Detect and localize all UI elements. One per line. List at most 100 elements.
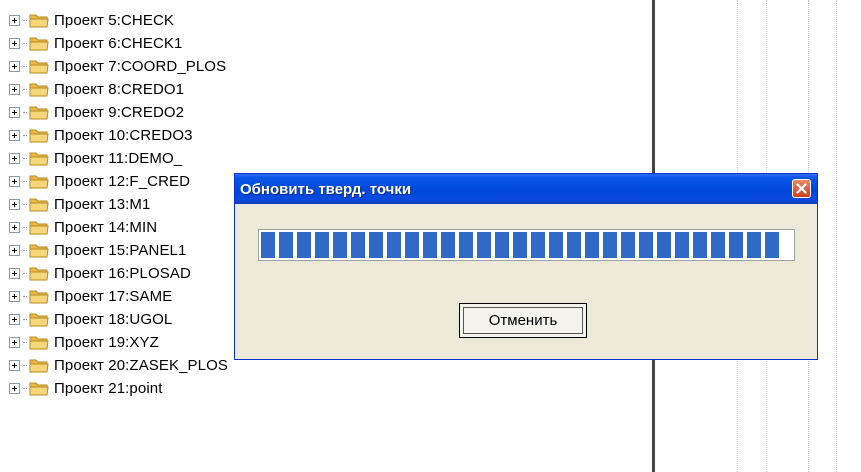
tree-connector <box>23 341 27 343</box>
progress-block <box>351 232 365 258</box>
plus-box-icon[interactable] <box>9 106 20 118</box>
progress-block <box>549 232 563 258</box>
close-button[interactable] <box>792 179 811 198</box>
tree-item-label: Проект 5:CHECK <box>54 11 174 29</box>
tree-connector <box>23 295 27 297</box>
tree-item-label: Проект 6:CHECK1 <box>54 34 183 52</box>
tree-item[interactable]: Проект 15:PANEL1 <box>9 239 186 261</box>
tree-connector <box>23 180 27 182</box>
progress-block <box>765 232 779 258</box>
folder-icon <box>29 290 49 304</box>
tree-item[interactable]: Проект 21:point <box>9 377 162 399</box>
plus-box-icon[interactable] <box>9 175 20 187</box>
plus-box-icon[interactable] <box>9 382 20 394</box>
tree-connector <box>23 249 27 251</box>
tree-item-label: Проект 14:MIN <box>54 218 158 236</box>
plus-box-icon[interactable] <box>9 60 20 72</box>
progress-block <box>279 232 293 258</box>
plus-box-icon[interactable] <box>9 313 20 325</box>
close-icon <box>796 183 807 194</box>
cancel-button-label: Отменить <box>463 307 583 334</box>
tree-item[interactable]: Проект 19:XYZ <box>9 331 159 353</box>
tree-item[interactable]: Проект 7:COORD_PLOS <box>9 55 226 77</box>
progress-bar <box>258 229 795 261</box>
tree-item-label: Проект 18:UGOL <box>54 310 173 328</box>
progress-block <box>567 232 581 258</box>
dialog-titlebar[interactable]: Обновить тверд. точки <box>235 174 817 204</box>
progress-block <box>261 232 275 258</box>
tree-connector <box>23 318 27 320</box>
folder-icon <box>29 336 49 350</box>
folder-icon <box>29 382 49 396</box>
dialog-title: Обновить тверд. точки <box>240 180 412 198</box>
tree-connector <box>23 42 27 44</box>
tree-item[interactable]: Проект 5:CHECK <box>9 9 174 31</box>
tree-connector <box>23 226 27 228</box>
tree-connector <box>23 272 27 274</box>
tree-item[interactable]: Проект 6:CHECK1 <box>9 32 182 54</box>
tree-item-label: Проект 21:point <box>54 379 163 397</box>
update-points-dialog: Обновить тверд. точки Отменить <box>234 173 818 360</box>
tree-item-label: Проект 19:XYZ <box>54 333 159 351</box>
tree-item[interactable]: Проект 18:UGOL <box>9 308 172 330</box>
folder-icon <box>29 244 49 258</box>
progress-block <box>711 232 725 258</box>
progress-block <box>369 232 383 258</box>
plus-box-icon[interactable] <box>9 198 20 210</box>
tree-connector <box>23 19 27 21</box>
progress-block <box>495 232 509 258</box>
tree-connector <box>23 364 27 366</box>
tree-item[interactable]: Проект 9:CREDO2 <box>9 101 184 123</box>
tree-item-label: Проект 8:CREDO1 <box>54 80 185 98</box>
progress-block <box>513 232 527 258</box>
plus-box-icon[interactable] <box>9 221 20 233</box>
plus-box-icon[interactable] <box>9 359 20 371</box>
progress-block <box>747 232 761 258</box>
tree-connector <box>23 157 27 159</box>
plus-box-icon[interactable] <box>9 152 20 164</box>
folder-icon <box>29 129 49 143</box>
tree-item-label: Проект 12:F_CRED <box>54 172 191 190</box>
tree-item-label: Проект 17:SAME <box>54 287 173 305</box>
tree-item-label: Проект 13:M1 <box>54 195 151 213</box>
folder-icon <box>29 60 49 74</box>
tree-item[interactable]: Проект 16:PLOSAD <box>9 262 191 284</box>
plus-box-icon[interactable] <box>9 129 20 141</box>
tree-item[interactable]: Проект 8:CREDO1 <box>9 78 184 100</box>
progress-block <box>603 232 617 258</box>
plus-box-icon[interactable] <box>9 267 20 279</box>
progress-block <box>297 232 311 258</box>
tree-item[interactable]: Проект 17:SAME <box>9 285 172 307</box>
tree-connector <box>23 387 27 389</box>
folder-icon <box>29 37 49 51</box>
progress-block <box>693 232 707 258</box>
folder-icon <box>29 221 49 235</box>
tree-item[interactable]: Проект 13:M1 <box>9 193 150 215</box>
progress-block <box>441 232 455 258</box>
tree-item-label: Проект 9:CREDO2 <box>54 103 185 121</box>
progress-block <box>639 232 653 258</box>
tree-item[interactable]: Проект 20:ZASEK_PLOS <box>9 354 228 376</box>
cancel-button[interactable]: Отменить <box>459 303 587 338</box>
plus-box-icon[interactable] <box>9 37 20 49</box>
tree-item[interactable]: Проект 11:DEMO_ <box>9 147 182 169</box>
tree-item[interactable]: Проект 14:MIN <box>9 216 157 238</box>
tree-item-label: Проект 7:COORD_PLOS <box>54 57 227 75</box>
tree-item-label: Проект 20:ZASEK_PLOS <box>54 356 228 374</box>
tree-item[interactable]: Проект 10:CREDO3 <box>9 124 193 146</box>
progress-block <box>405 232 419 258</box>
plus-box-icon[interactable] <box>9 290 20 302</box>
plus-box-icon[interactable] <box>9 244 20 256</box>
folder-icon <box>29 198 49 212</box>
folder-icon <box>29 175 49 189</box>
progress-block <box>477 232 491 258</box>
plus-box-icon[interactable] <box>9 83 20 95</box>
column-gridline <box>836 0 837 472</box>
plus-box-icon[interactable] <box>9 14 20 26</box>
tree-item-label: Проект 16:PLOSAD <box>54 264 191 282</box>
tree-item[interactable]: Проект 12:F_CRED <box>9 170 190 192</box>
plus-box-icon[interactable] <box>9 336 20 348</box>
progress-fill <box>261 232 792 258</box>
progress-block <box>315 232 329 258</box>
tree-connector <box>23 134 27 136</box>
